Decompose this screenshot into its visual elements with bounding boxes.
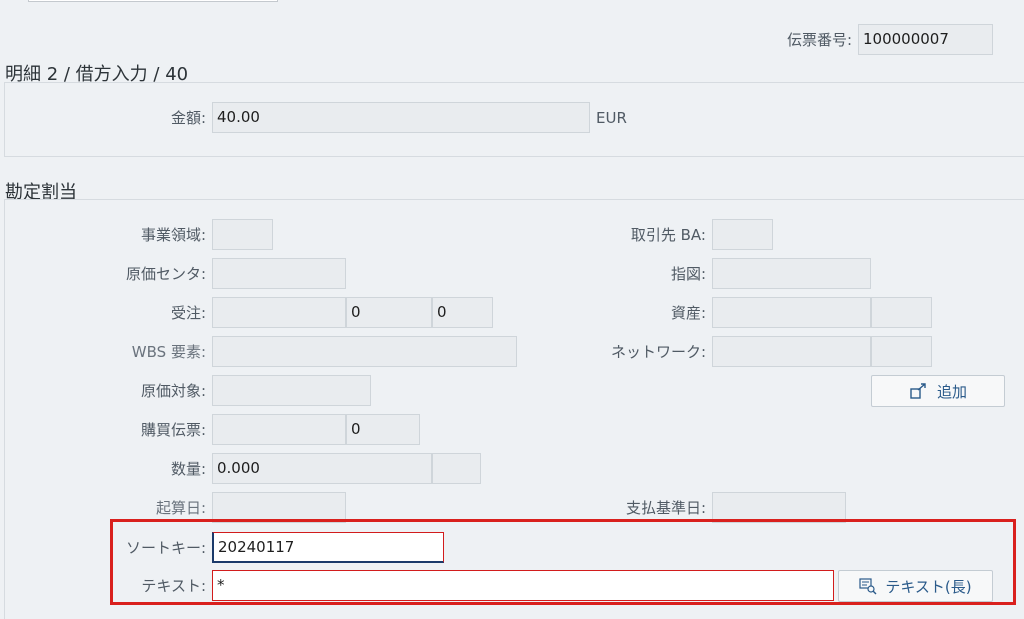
add-button[interactable]: 追加 — [871, 375, 1005, 407]
long-text-button-label: テキスト(長) — [885, 577, 972, 596]
document-number-field[interactable]: 100000007 — [858, 24, 993, 55]
text-search-icon — [859, 577, 877, 595]
asset-subnumber-field[interactable] — [871, 297, 932, 328]
sales-order-label: 受注: — [170, 304, 206, 322]
quantity-label: 数量: — [170, 460, 206, 478]
text-input[interactable]: * — [212, 570, 834, 601]
text-label: テキスト: — [141, 577, 206, 595]
quantity-field[interactable]: 0.000 — [212, 453, 432, 484]
add-icon — [909, 382, 929, 400]
top-input-remnant — [28, 0, 278, 2]
purchasing-document-item-field[interactable]: 0 — [346, 414, 420, 445]
trading-partner-ba-label: 取引先 BA: — [630, 226, 706, 244]
add-button-label: 追加 — [936, 382, 967, 401]
cost-object-label: 原価対象: — [140, 382, 206, 400]
cost-object-field[interactable] — [212, 375, 371, 406]
network-label: ネットワーク: — [610, 343, 706, 361]
network-field[interactable] — [712, 336, 871, 367]
amount-field[interactable]: 40.00 — [212, 102, 590, 133]
sales-order-item-field[interactable]: 0 — [346, 297, 432, 328]
cost-center-label: 原価センタ: — [125, 265, 206, 283]
network-activity-field[interactable] — [871, 336, 932, 367]
document-number-label: 伝票番号: — [786, 31, 852, 49]
quantity-unit-field[interactable] — [432, 453, 481, 484]
amount-label: 金額: — [170, 109, 206, 127]
cost-center-field[interactable] — [212, 258, 346, 289]
purchasing-document-field[interactable] — [212, 414, 346, 445]
asset-field[interactable] — [712, 297, 871, 328]
order-field[interactable] — [712, 258, 871, 289]
sort-key-label: ソートキー: — [125, 539, 206, 557]
trading-partner-ba-field[interactable] — [712, 219, 773, 250]
sales-order-schedule-field[interactable]: 0 — [432, 297, 493, 328]
purchasing-document-label: 購買伝票: — [140, 421, 206, 439]
long-text-button[interactable]: テキスト(長) — [838, 570, 993, 602]
order-label: 指図: — [670, 265, 706, 283]
sales-order-field[interactable] — [212, 297, 346, 328]
currency-label: EUR — [596, 109, 627, 127]
asset-label: 資産: — [670, 304, 706, 322]
business-area-field[interactable] — [212, 219, 273, 250]
business-area-label: 事業領域: — [140, 226, 206, 244]
wbs-element-label: WBS 要素: — [131, 343, 206, 361]
wbs-element-field[interactable] — [212, 336, 517, 367]
sort-key-input[interactable]: 20240117 — [212, 532, 444, 563]
